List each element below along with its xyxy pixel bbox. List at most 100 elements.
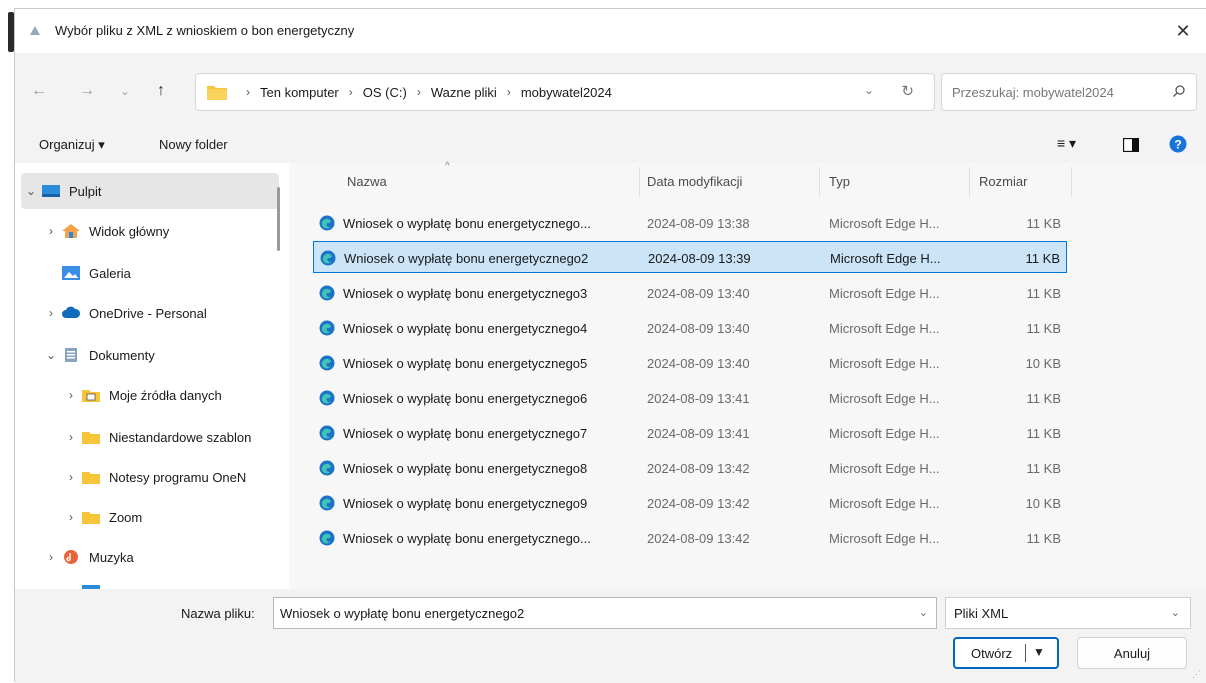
chevron-right-icon[interactable]: › <box>61 470 81 484</box>
window-title: Wybór pliku z XML z wnioskiem o bon ener… <box>55 23 355 38</box>
sidebar-item-zoom[interactable]: › Zoom <box>61 499 289 535</box>
chevron-down-icon[interactable]: ⌄ <box>919 606 928 619</box>
content-area: ⌄ Pulpit › Widok główny Galeria › OneDri… <box>15 161 1206 589</box>
column-separator <box>819 167 820 197</box>
file-row[interactable]: Wniosek o wypłatę bonu energetycznego7 2… <box>313 417 1067 449</box>
sidebar-item-onedrive[interactable]: › OneDrive - Personal <box>41 295 289 331</box>
file-row[interactable]: Wniosek o wypłatę bonu energetycznego...… <box>313 207 1067 239</box>
file-size: 11 KB <box>1026 216 1061 231</box>
file-row[interactable]: Wniosek o wypłatę bonu energetycznego9 2… <box>313 487 1067 519</box>
chevron-down-icon[interactable]: ⌄ <box>41 348 61 362</box>
file-row[interactable]: Wniosek o wypłatę bonu energetycznego6 2… <box>313 382 1067 414</box>
file-row-selected[interactable]: Wniosek o wypłatę bonu energetycznego2 2… <box>313 241 1067 273</box>
help-icon[interactable]: ? <box>1169 135 1187 153</box>
file-date: 2024-08-09 13:41 <box>647 426 750 441</box>
address-bar[interactable]: › Ten komputer › OS (C:) › Wazne pliki ›… <box>195 73 935 111</box>
sidebar-item-label: Niestandardowe szablon <box>109 429 252 445</box>
chevron-right-icon[interactable]: › <box>41 306 61 320</box>
sidebar-item-data-sources[interactable]: › Moje źródła danych <box>61 377 289 413</box>
file-row[interactable]: Wniosek o wypłatę bonu energetycznego...… <box>313 522 1067 554</box>
file-date: 2024-08-09 13:39 <box>648 251 751 266</box>
sidebar-item-music[interactable]: › Muzyka <box>41 539 289 575</box>
file-name: Wniosek o wypłatę bonu energetycznego3 <box>343 286 588 301</box>
folder-icon <box>82 512 100 524</box>
documents-icon <box>65 348 77 362</box>
forward-button[interactable]: → <box>73 73 101 109</box>
file-date: 2024-08-09 13:40 <box>647 321 750 336</box>
edge-file-icon <box>319 390 335 406</box>
close-button[interactable]: ✕ <box>1160 9 1206 53</box>
sidebar-item-gallery[interactable]: Galeria <box>41 255 289 291</box>
search-box[interactable]: Przeszukaj: mobywatel2024 <box>941 73 1197 111</box>
file-row[interactable]: Wniosek o wypłatę bonu energetycznego3 2… <box>313 277 1067 309</box>
file-type: Microsoft Edge H... <box>829 531 940 546</box>
column-separator <box>639 167 640 197</box>
folder-icon <box>82 432 100 444</box>
column-header-type[interactable]: Typ <box>829 163 850 199</box>
sidebar-item-documents[interactable]: ⌄ Dokumenty <box>41 337 289 373</box>
sidebar-item-templates[interactable]: › Niestandardowe szablon <box>61 419 289 455</box>
up-button[interactable]: ↑ <box>147 73 175 109</box>
edge-file-icon <box>320 250 336 266</box>
chevron-right-icon[interactable]: › <box>61 430 81 444</box>
gallery-icon <box>62 266 80 280</box>
sidebar-item-pulpit[interactable]: ⌄ Pulpit <box>21 173 279 209</box>
folder-icon <box>82 472 100 484</box>
open-button[interactable]: Otwórz ▼ <box>953 637 1059 669</box>
column-header-size[interactable]: Rozmiar <box>979 163 1027 199</box>
chevron-right-icon[interactable]: › <box>41 550 61 564</box>
preview-pane-icon[interactable] <box>1123 138 1139 152</box>
file-name: Wniosek o wypłatę bonu energetycznego4 <box>343 321 588 336</box>
breadcrumb-item[interactable]: Wazne pliki <box>431 85 497 100</box>
chevron-down-icon: ⌄ <box>120 85 130 98</box>
file-date: 2024-08-09 13:38 <box>647 216 750 231</box>
cloud-icon <box>62 306 81 318</box>
file-size: 11 KB <box>1026 426 1061 441</box>
address-dropdown-icon[interactable]: ⌄ <box>864 83 874 97</box>
sidebar-item-label: Pulpit <box>69 183 102 199</box>
column-separator <box>1071 167 1072 197</box>
folder-icon <box>207 86 227 100</box>
column-header-name[interactable]: Nazwa <box>347 163 387 199</box>
caret-down-icon[interactable]: ▼ <box>1033 645 1045 659</box>
file-row[interactable]: Wniosek o wypłatę bonu energetycznego5 2… <box>313 347 1067 379</box>
sidebar-item-label: Muzyka <box>89 549 134 565</box>
column-header-date[interactable]: Data modyfikacji <box>647 163 742 199</box>
file-type: Microsoft Edge H... <box>829 356 940 371</box>
breadcrumb-item[interactable]: OS (C:) <box>363 85 407 100</box>
resize-grip-icon[interactable]: ⋰ <box>1192 669 1202 679</box>
file-row[interactable]: Wniosek o wypłatę bonu energetycznego8 2… <box>313 452 1067 484</box>
breadcrumb-item[interactable]: mobywatel2024 <box>521 85 612 100</box>
cancel-button[interactable]: Anuluj <box>1077 637 1187 669</box>
sort-ascending-icon: ^ <box>445 161 450 172</box>
sidebar-item-home[interactable]: › Widok główny <box>41 213 289 249</box>
edge-file-icon <box>319 355 335 371</box>
file-date: 2024-08-09 13:42 <box>647 461 750 476</box>
refresh-icon[interactable]: ↻ <box>901 82 914 100</box>
organize-button[interactable]: Organizuj ▾ <box>39 137 105 153</box>
back-button[interactable]: ← <box>25 73 53 109</box>
chevron-right-icon[interactable]: › <box>41 224 61 238</box>
chevron-down-icon[interactable]: ⌄ <box>21 184 41 198</box>
chevron-right-icon[interactable]: › <box>61 388 81 402</box>
file-date: 2024-08-09 13:40 <box>647 356 750 371</box>
filename-field[interactable]: Wniosek o wypłatę bonu energetycznego2 ⌄ <box>273 597 937 629</box>
sidebar-scrollbar[interactable] <box>277 187 280 251</box>
edge-file-icon <box>319 285 335 301</box>
sidebar-item-label: OneDrive - Personal <box>89 305 207 321</box>
open-button-label: Otwórz <box>971 646 1013 661</box>
arrow-up-icon: ↑ <box>157 82 165 99</box>
recent-locations-button[interactable]: ⌄ <box>111 73 139 109</box>
sidebar-item-onenote[interactable]: › Notesy programu OneN <box>61 459 289 495</box>
file-row[interactable]: Wniosek o wypłatę bonu energetycznego4 2… <box>313 312 1067 344</box>
breadcrumb-item[interactable]: Ten komputer <box>260 85 339 100</box>
chevron-right-icon[interactable]: › <box>61 510 81 524</box>
new-folder-button[interactable]: Nowy folder <box>159 137 228 152</box>
file-list: ^ Nazwa Data modyfikacji Typ Rozmiar Wni… <box>289 161 1206 589</box>
view-options-icon[interactable]: ≡ ▾ <box>1057 135 1076 152</box>
file-date: 2024-08-09 13:40 <box>647 286 750 301</box>
file-name: Wniosek o wypłatę bonu energetycznego8 <box>343 461 588 476</box>
file-name: Wniosek o wypłatę bonu energetycznego... <box>343 531 591 546</box>
search-placeholder: Przeszukaj: mobywatel2024 <box>952 85 1114 100</box>
filetype-select[interactable]: Pliki XML ⌄ <box>945 597 1191 629</box>
